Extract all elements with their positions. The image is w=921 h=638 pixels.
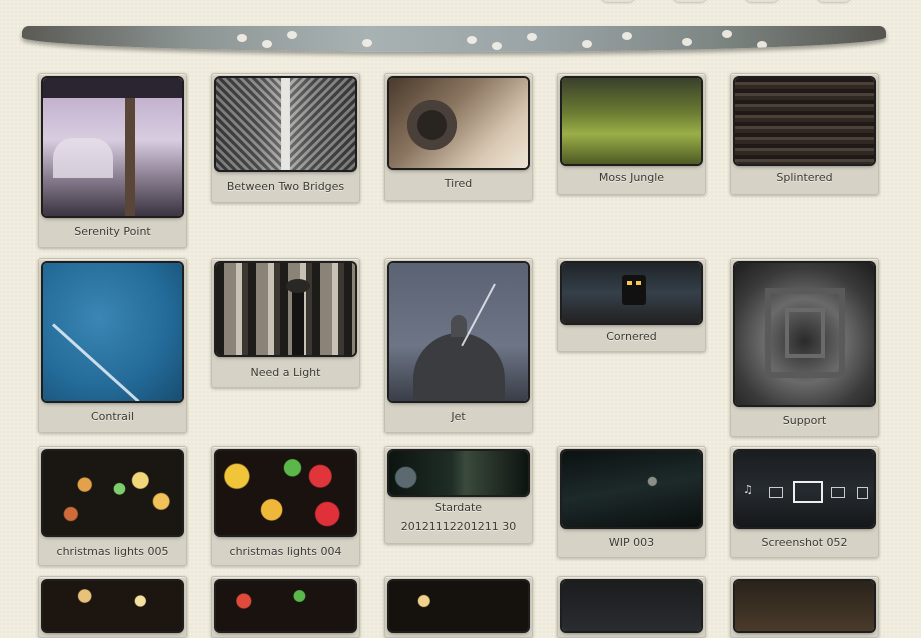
photo-thumbnail[interactable]: ♫ — [735, 451, 874, 527]
photo-thumbnail[interactable] — [43, 581, 182, 631]
gallery-item[interactable]: Serenity Point — [38, 73, 187, 248]
top-nav-tabs — [600, 0, 900, 4]
photo-thumbnail[interactable] — [389, 78, 528, 168]
gallery-item[interactable]: Jet — [384, 258, 533, 433]
gallery-item[interactable] — [38, 576, 187, 638]
photo-thumbnail[interactable] — [389, 451, 528, 495]
gallery-item[interactable]: Contrail — [38, 258, 187, 433]
gallery-item[interactable]: Support — [730, 258, 879, 437]
photo-thumbnail[interactable] — [389, 263, 528, 401]
gallery-item[interactable]: Tired — [384, 73, 533, 201]
gallery-item[interactable]: Between Two Bridges — [211, 73, 360, 203]
photo-title[interactable]: Moss Jungle — [558, 168, 705, 188]
photo-thumbnail[interactable] — [735, 78, 874, 164]
photo-thumbnail[interactable] — [216, 263, 355, 355]
photo-title[interactable]: Splintered — [731, 168, 878, 188]
photo-thumbnail[interactable] — [562, 451, 701, 527]
photo-thumbnail[interactable] — [735, 581, 874, 631]
photo-title[interactable]: Stardate — [385, 498, 532, 517]
photo-thumbnail[interactable] — [216, 78, 355, 170]
photo-thumbnail[interactable] — [43, 78, 182, 216]
gallery-item[interactable]: christmas lights 005 — [38, 446, 187, 566]
photo-thumbnail[interactable] — [216, 581, 355, 631]
nav-tab[interactable] — [744, 0, 780, 2]
photo-subtitle[interactable]: 20121112201211 30 — [385, 517, 532, 536]
photo-thumbnail[interactable] — [389, 581, 528, 631]
photo-title[interactable]: christmas lights 005 — [39, 542, 186, 562]
photo-thumbnail[interactable] — [562, 581, 701, 631]
photo-title[interactable]: christmas lights 004 — [212, 542, 359, 562]
photo-title[interactable]: Support — [731, 411, 878, 431]
nav-tab[interactable] — [816, 0, 852, 2]
gallery-item[interactable]: Splintered — [730, 73, 879, 195]
photo-thumbnail[interactable] — [735, 263, 874, 405]
photo-thumbnail[interactable] — [216, 451, 355, 535]
photo-title[interactable]: Serenity Point — [39, 222, 186, 242]
photo-title[interactable]: Jet — [385, 407, 532, 427]
nav-tab[interactable] — [600, 0, 636, 2]
gallery-item[interactable]: Moss Jungle — [557, 73, 706, 195]
photo-thumbnail[interactable] — [43, 263, 182, 401]
photo-title[interactable]: WIP 003 — [558, 533, 705, 553]
header-banner — [22, 26, 886, 52]
gallery-item[interactable] — [384, 576, 533, 638]
gallery-item[interactable]: christmas lights 004 — [211, 446, 360, 566]
gallery-item[interactable]: Cornered — [557, 258, 706, 352]
nav-tab[interactable] — [672, 0, 708, 2]
photo-thumbnail[interactable] — [562, 263, 701, 323]
gallery-item[interactable] — [730, 576, 879, 638]
photo-title[interactable]: Screenshot 052 — [731, 533, 878, 553]
gallery-item[interactable] — [211, 576, 360, 638]
photo-thumbnail[interactable] — [562, 78, 701, 164]
photo-title[interactable]: Contrail — [39, 407, 186, 427]
photo-title[interactable]: Cornered — [558, 327, 705, 347]
gallery-item[interactable]: ♫ Screenshot 052 — [730, 446, 879, 558]
photo-title[interactable]: Need a Light — [212, 363, 359, 383]
photo-thumbnail[interactable] — [43, 451, 182, 535]
photo-title[interactable]: Between Two Bridges — [212, 177, 359, 197]
gallery-item[interactable]: Need a Light — [211, 258, 360, 388]
gallery-item[interactable] — [557, 576, 706, 638]
gallery-item[interactable]: Stardate 20121112201211 30 — [384, 446, 533, 544]
photo-title[interactable]: Tired — [385, 174, 532, 194]
gallery-item[interactable]: WIP 003 — [557, 446, 706, 558]
